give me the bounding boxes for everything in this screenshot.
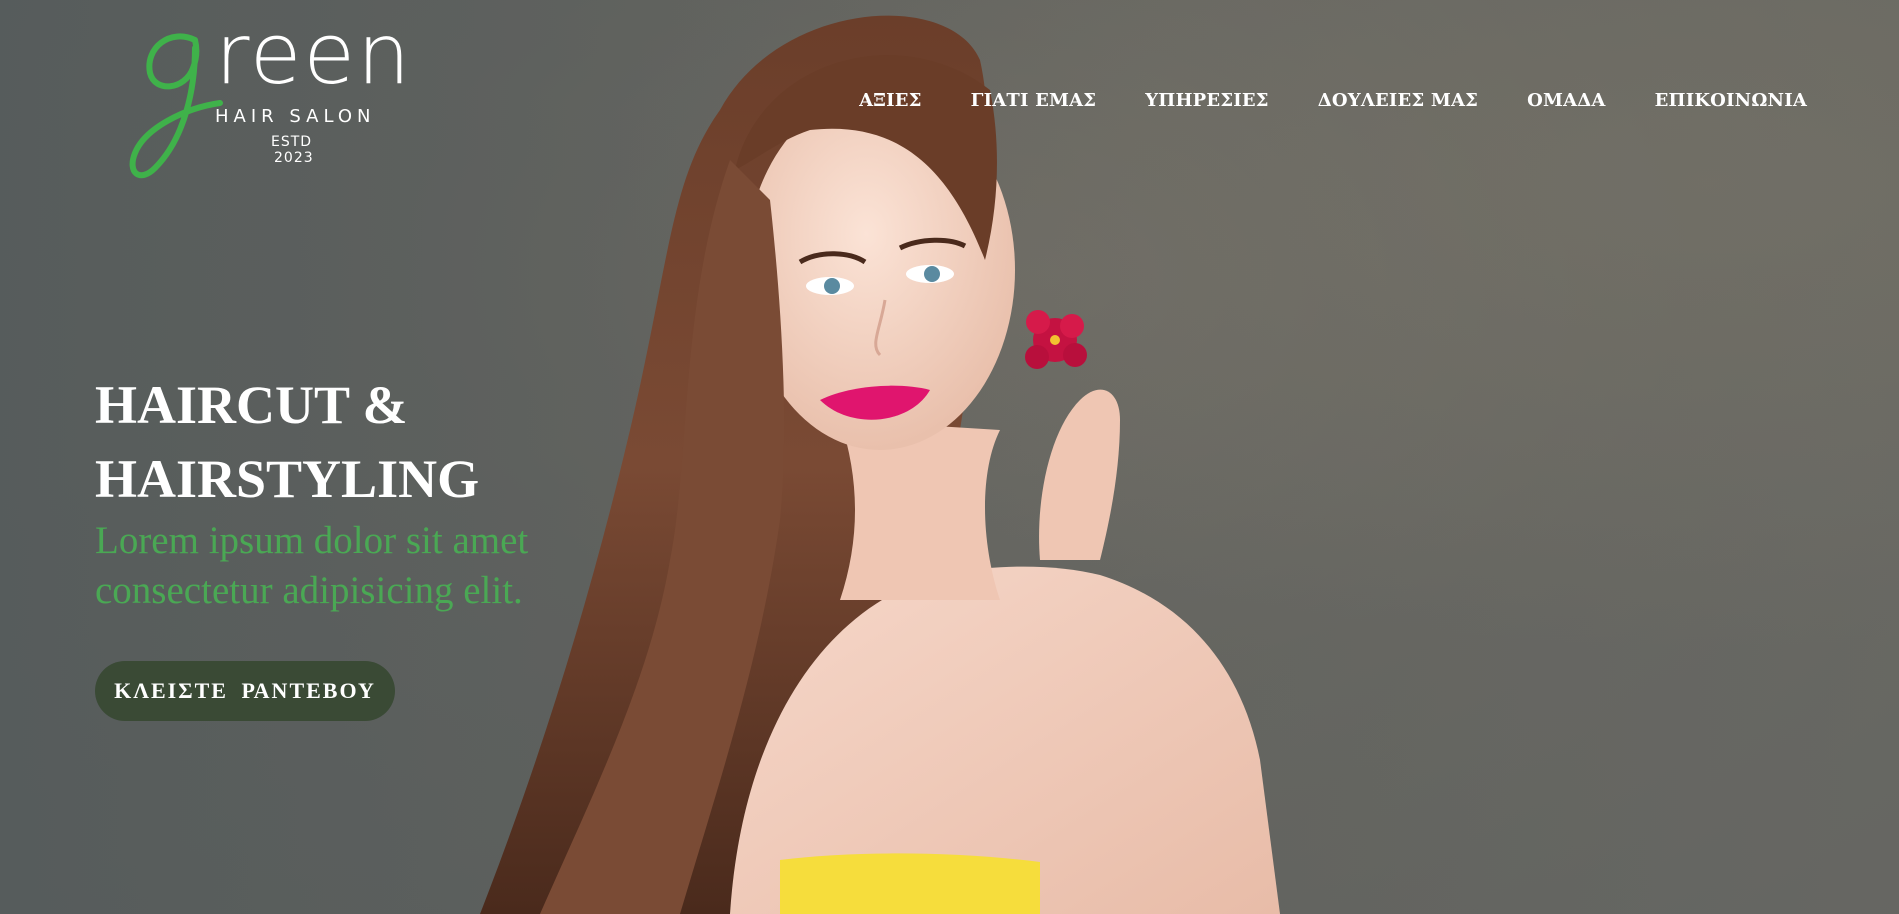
main-nav: ΑΞΙΕΣ ΓΙΑΤΙ ΕΜΑΣ ΥΠΗΡΕΣΙΕΣ ΔΟΥΛΕΙΕΣ ΜΑΣ … [859,90,1807,111]
logo-year: 2023 [274,150,314,166]
hero-title-line-2: HAIRSTYLING [95,449,480,509]
hero-subtitle-line-2: consectetur adipisicing elit. [95,569,523,612]
hero-title-line-1: HAIRCUT & [95,375,408,435]
nav-item-our-work[interactable]: ΔΟΥΛΕΙΕΣ ΜΑΣ [1318,90,1478,111]
book-appointment-button[interactable]: ΚΛΕΙΣΤΕ ΡΑΝΤΕΒΟΥ [95,661,395,721]
hero-title: HAIRCUT & HAIRSTYLING [95,368,615,516]
nav-item-services[interactable]: ΥΠΗΡΕΣΙΕΣ [1145,90,1269,111]
nav-item-why-us[interactable]: ΓΙΑΤΙ ΕΜΑΣ [971,90,1097,111]
nav-item-contact[interactable]: ΕΠΙΚΟΙΝΩΝΙΑ [1655,90,1807,111]
hero-model-image [480,15,1280,914]
brand-logo[interactable]: reen HAIR SALON ESTD 2023 [125,12,435,183]
logo-wordmark: reen [215,5,413,103]
hero-subtitle-line-1: Lorem ipsum dolor sit amet [95,519,529,562]
logo-subtitle: HAIR SALON [215,106,376,127]
hero-subtitle: Lorem ipsum dolor sit amet consectetur a… [95,516,615,616]
nav-item-team[interactable]: ΟΜΑΔΑ [1527,90,1606,111]
nav-item-values[interactable]: ΑΞΙΕΣ [859,90,922,111]
logo-estd: ESTD [271,134,313,150]
